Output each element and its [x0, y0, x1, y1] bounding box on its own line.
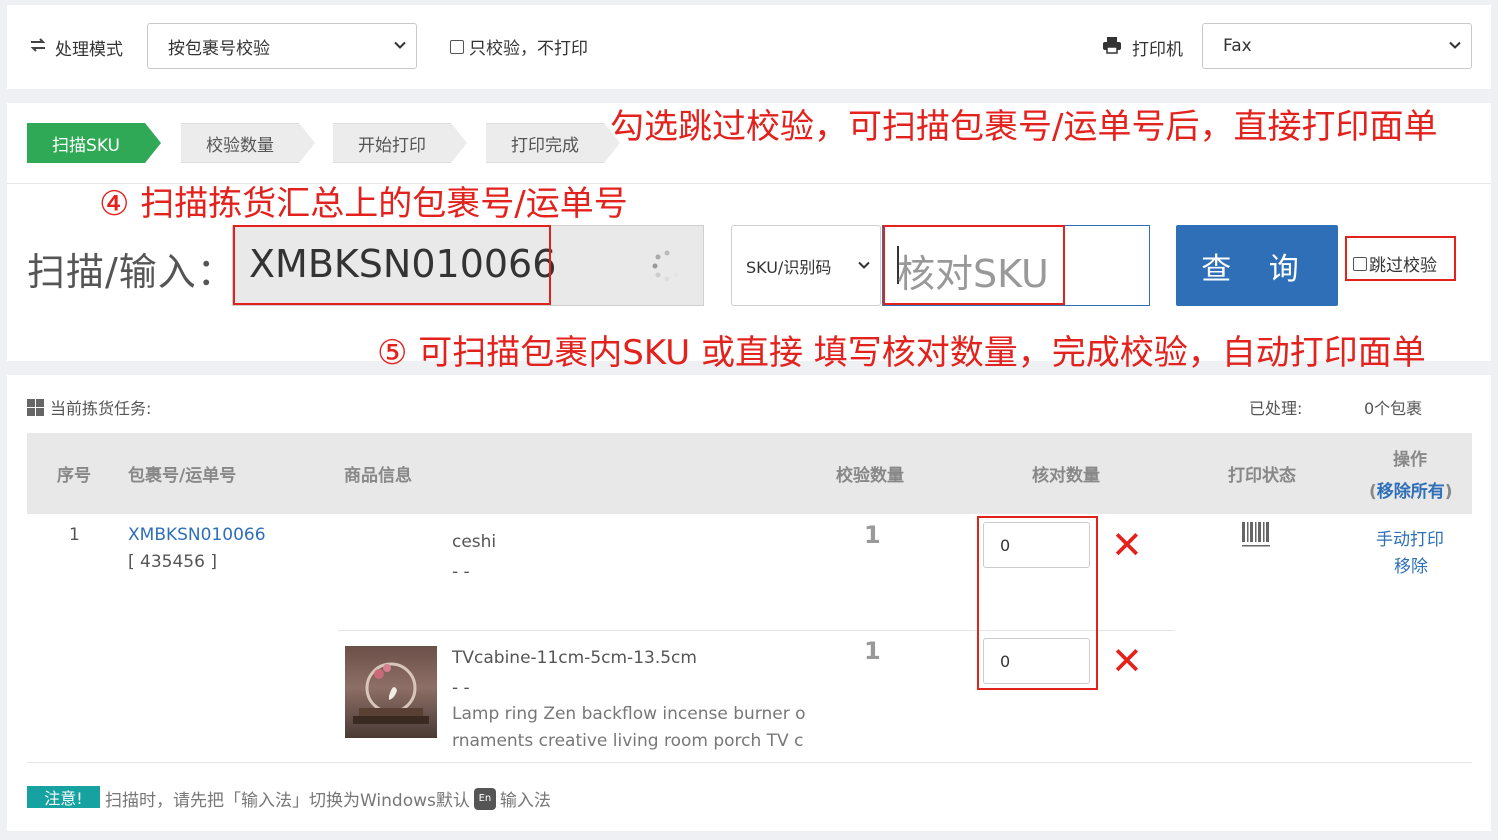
scan-label: 扫描/输入： — [27, 250, 236, 294]
highlight-box — [883, 225, 1065, 305]
annotation-step4: ④ 扫描拣货汇总上的包裹号/运单号 — [99, 184, 628, 224]
table-bottom-line — [27, 762, 1472, 763]
header-ops: 操作 — [1393, 450, 1427, 470]
sku-type-select[interactable]: SKU/识别码 — [731, 225, 881, 306]
grid-icon — [27, 398, 44, 416]
close-icon[interactable]: ✕ — [1111, 526, 1143, 564]
remove-all-link[interactable]: 移除所有 — [1377, 482, 1445, 502]
annotation-step5: ⑤ 可扫描包裹内SKU 或直接 填写核对数量，完成校验，自动打印面单 — [377, 333, 1426, 373]
header-index: 序号 — [57, 466, 91, 486]
item-sku: - - — [452, 678, 470, 698]
highlight-box — [977, 516, 1098, 690]
task-title: 当前拣货任务: — [27, 395, 151, 419]
remove-link[interactable]: 移除 — [1394, 552, 1428, 577]
item-name: TVcabine-11cm-5cm-13.5cm — [452, 648, 697, 668]
mode-select[interactable]: 按包裹号校验 — [147, 23, 417, 69]
scan-panel: 扫描SKU 校验数量 开始打印 打印完成 勾选跳过校验，可扫描包裹号/运单号后，… — [7, 103, 1491, 373]
spinner-icon — [652, 249, 682, 283]
header-verify-qty: 核对数量 — [1032, 466, 1100, 486]
header-print-status: 打印状态 — [1228, 466, 1296, 486]
notice-badge: 注意! — [27, 786, 100, 808]
chevron-down-icon — [394, 39, 406, 54]
item-name: ceshi — [452, 532, 497, 552]
mode-label: 处理模式 — [29, 35, 123, 60]
chevron-down-icon — [1449, 39, 1461, 54]
package-sub: [ 435456 ] — [128, 552, 217, 572]
check-qty: 1 — [864, 637, 881, 665]
header-package: 包裹号/运单号 — [128, 466, 237, 486]
processed-label: 已处理: — [1249, 399, 1303, 418]
printer-label: 打印机 — [1102, 35, 1183, 60]
check-qty: 1 — [864, 521, 881, 549]
step-scan-sku: 扫描SKU — [27, 123, 161, 163]
manual-print-link[interactable]: 手动打印 — [1376, 525, 1444, 550]
step-print-done: 打印完成 — [486, 123, 620, 163]
close-icon[interactable]: ✕ — [1111, 642, 1143, 680]
highlight-box — [1345, 236, 1456, 281]
only-check-option[interactable]: 只校验，不打印 — [450, 34, 588, 59]
table-header: 序号 包裹号/运单号 商品信息 校验数量 核对数量 打印状态 操作 (移除所有) — [27, 433, 1472, 514]
top-toolbar: 处理模式 按包裹号校验 只校验，不打印 打印机 Fax — [7, 5, 1491, 89]
header-check-qty: 校验数量 — [836, 466, 904, 486]
header-ops-paren: (移除所有) — [1369, 482, 1453, 502]
row-index: 1 — [69, 525, 80, 545]
swap-icon — [29, 36, 47, 59]
printer-icon — [1102, 36, 1122, 59]
package-link[interactable]: XMBKSN010066 — [128, 525, 266, 545]
highlight-box — [233, 225, 551, 305]
item-desc: Lamp ring Zen backflow incense burner o — [452, 704, 806, 724]
task-panel: 当前拣货任务: 已处理: 0个包裹 序号 包裹号/运单号 商品信息 校验数量 核… — [7, 375, 1491, 831]
product-image — [345, 646, 437, 738]
annotation-skip-hint: 勾选跳过校验，可扫描包裹号/运单号后，直接打印面单 — [610, 107, 1438, 147]
item-desc: rnaments creative living room porch TV c — [452, 731, 804, 751]
query-button[interactable]: 查 询 — [1176, 225, 1338, 306]
printer-select[interactable]: Fax — [1202, 23, 1472, 69]
step-start-print: 开始打印 — [333, 123, 467, 163]
notice-text: 扫描时，请先把「输入法」切换为Windows默认 En 输入法 — [105, 786, 551, 811]
only-check-checkbox[interactable] — [450, 39, 464, 54]
step-check-qty: 校验数量 — [181, 123, 315, 163]
barcode-icon — [1242, 520, 1270, 552]
header-product: 商品信息 — [344, 466, 412, 486]
chevron-down-icon — [858, 258, 870, 273]
processed-count: 0个包裹 — [1364, 399, 1423, 418]
en-badge: En — [473, 787, 496, 810]
item-sku: - - — [452, 562, 470, 582]
